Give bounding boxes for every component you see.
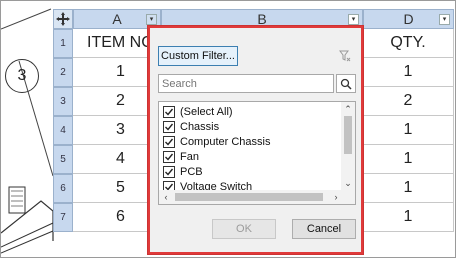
filter-item-label: Fan [180, 150, 199, 163]
qty-cell[interactable]: QTY. [363, 29, 454, 58]
filter-item-label: Computer Chassis [180, 135, 271, 148]
checkbox[interactable] [163, 165, 175, 178]
table-move-handle[interactable] [53, 9, 73, 29]
checkmark-icon [165, 108, 174, 116]
qty-cell[interactable]: 1 [363, 145, 454, 174]
scroll-thumb[interactable] [175, 193, 323, 201]
filter-list-item[interactable]: Fan [163, 149, 199, 164]
qty-cell[interactable]: 1 [363, 58, 454, 87]
cancel-button[interactable]: Cancel [292, 219, 356, 239]
move-icon [56, 12, 70, 26]
filter-dropdown-icon[interactable]: ▾ [146, 14, 157, 25]
row-header[interactable]: 1 [53, 29, 73, 58]
chevron-down-icon[interactable]: ▾ [439, 14, 450, 25]
balloon-number: 3 [17, 67, 27, 84]
filter-popup: Custom Filter... (Select All) Chassis Comp… [148, 26, 363, 254]
row-header[interactable]: 5 [53, 145, 73, 174]
checkmark-icon [165, 168, 174, 176]
horizontal-scrollbar[interactable]: ‹ › [159, 190, 355, 204]
checkbox[interactable] [163, 150, 175, 163]
qty-cell[interactable]: 1 [363, 116, 454, 145]
screenshot-frame: 3 A ▾ B ▾ D ▾ 1 ITEM NC QTY. 2 1 1 3 2 2 4 3 1 5 4 1 6 5… [0, 0, 456, 258]
qty-cell[interactable]: 2 [363, 87, 454, 116]
balloon-callout: 3 [5, 59, 39, 93]
scroll-thumb[interactable] [344, 116, 352, 154]
row-header[interactable]: 2 [53, 58, 73, 87]
filter-list-item[interactable]: Chassis [163, 119, 219, 134]
filter-list-item[interactable]: Computer Chassis [163, 134, 270, 149]
search-icon[interactable] [336, 74, 356, 93]
chevron-down-icon[interactable]: ▾ [348, 14, 359, 25]
scroll-left-icon[interactable]: ‹ [159, 190, 173, 204]
qty-cell[interactable]: 1 [363, 174, 454, 203]
filter-value-list: (Select All) Chassis Computer Chassis Fan PC… [158, 101, 356, 205]
filter-item-label: PCB [180, 165, 203, 178]
checkmark-icon [165, 123, 174, 131]
search-input[interactable] [158, 74, 334, 93]
checkbox[interactable] [163, 135, 175, 148]
scroll-down-icon[interactable]: ⌄ [341, 176, 355, 190]
filter-list-item[interactable]: (Select All) [163, 104, 233, 119]
ok-button[interactable]: OK [212, 219, 276, 239]
column-header-d[interactable]: D ▾ [363, 9, 454, 29]
row-header[interactable]: 7 [53, 203, 73, 232]
checkbox[interactable] [163, 105, 175, 118]
checkbox[interactable] [163, 120, 175, 133]
clear-filter-icon[interactable] [337, 48, 353, 64]
filter-list-item[interactable]: PCB [163, 164, 203, 179]
custom-filter-button[interactable]: Custom Filter... [158, 46, 238, 66]
filter-item-label: Chassis [180, 120, 220, 133]
row-header[interactable]: 6 [53, 174, 73, 203]
row-header[interactable]: 3 [53, 87, 73, 116]
filter-item-label: (Select All) [180, 105, 233, 118]
row-header[interactable]: 4 [53, 116, 73, 145]
vertical-scrollbar[interactable]: ⌃ ⌄ [341, 102, 355, 190]
checkmark-icon [165, 138, 174, 146]
checkmark-icon [165, 153, 174, 161]
qty-cell[interactable]: 1 [363, 203, 454, 232]
scroll-right-icon[interactable]: › [329, 190, 343, 204]
scroll-up-icon[interactable]: ⌃ [341, 102, 355, 116]
